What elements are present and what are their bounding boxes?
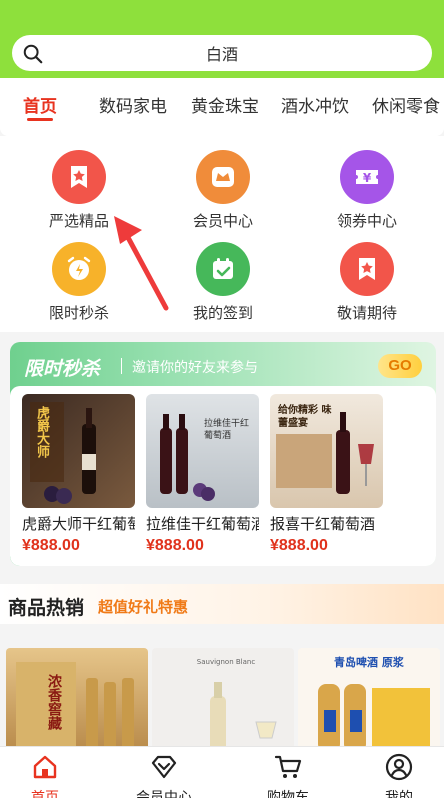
product-price: ¥888.00: [270, 537, 328, 554]
nav-member[interactable]: 会员中心: [119, 753, 209, 798]
nav-label: 首页: [31, 789, 59, 798]
product-card[interactable]: 拉维佳干红葡萄酒 拉维佳干红葡萄酒 ¥888.00: [146, 394, 259, 555]
product-image: 虎爵大师: [22, 394, 135, 508]
product-card[interactable]: 给你精彩 味蕾盛宴 报喜干红葡萄酒 ¥888.00: [270, 394, 383, 555]
category-tabs: 首页 数码家电 黄金珠宝 酒水冲饮 休闲零食: [0, 78, 444, 136]
yuan-coupon-icon: ¥: [340, 150, 394, 204]
search-icon: [23, 44, 43, 64]
home-icon: [33, 755, 57, 779]
grid-label: 敬请期待: [336, 305, 397, 322]
tab-home[interactable]: 首页: [23, 92, 57, 117]
goods-image-text: Sauvignon Blanc: [196, 658, 256, 666]
product-name: 报喜干红葡萄酒: [270, 516, 376, 533]
go-button[interactable]: GO: [378, 354, 422, 378]
nav-mine[interactable]: 我的: [354, 753, 444, 798]
tab-snacks[interactable]: 休闲零食: [372, 92, 440, 117]
hot-products-header: 商品热销 超值好礼特惠: [0, 584, 444, 624]
search-text: 白酒: [205, 47, 238, 64]
cart-icon: [274, 755, 302, 778]
nav-label: 会员中心: [136, 789, 192, 798]
bottom-nav: 首页 会员中心 购物车 我的: [0, 746, 444, 798]
svg-text:¥: ¥: [363, 171, 372, 185]
product-image-text: 拉维佳干红葡萄酒: [204, 419, 250, 441]
alarm-clock-icon: [52, 242, 106, 296]
goods-thumbnail[interactable]: Sauvignon Blanc: [152, 648, 294, 752]
grid-item-coupon-center[interactable]: ¥ 领券中心: [312, 150, 422, 231]
flash-sale-subtitle: 邀请你的好友来参与: [132, 359, 258, 375]
grid-item-coming-soon[interactable]: 敬请期待: [312, 242, 422, 323]
crown-icon: [196, 150, 250, 204]
product-image-text: 给你精彩 味蕾盛宴: [278, 405, 332, 429]
hot-products-title: 商品热销: [8, 598, 85, 619]
grid-label: 领券中心: [336, 213, 397, 230]
annotation-arrow-icon: [114, 216, 169, 311]
nav-label: 购物车: [267, 789, 309, 798]
grid-item-member-center[interactable]: 会员中心: [168, 150, 278, 231]
header-bar: 白酒: [0, 0, 444, 78]
product-name: 虎爵大师干红葡萄酒: [22, 516, 135, 533]
divider: [121, 358, 122, 374]
user-icon: [385, 753, 413, 781]
tab-drinks[interactable]: 酒水冲饮: [281, 92, 349, 117]
product-price: ¥888.00: [22, 537, 80, 554]
product-card[interactable]: 虎爵大师 虎爵大师干红葡萄酒 ¥888.00: [22, 394, 135, 555]
product-price: ¥888.00: [146, 537, 204, 554]
grid-label: 会员中心: [192, 213, 253, 230]
goods-thumbnail[interactable]: 浓香窖藏: [6, 648, 148, 752]
calendar-check-icon: [196, 242, 250, 296]
product-image: 给你精彩 味蕾盛宴: [270, 394, 383, 508]
goods-image-text: 青岛啤酒 原浆: [334, 656, 404, 669]
diamond-icon: [151, 755, 177, 779]
feature-grid: 严选精品 会员中心 ¥ 领券中心 限时秒杀 我的签到 敬请期待: [0, 136, 444, 332]
grid-label: 我的签到: [192, 305, 253, 322]
product-image-text: 虎爵大师: [34, 406, 49, 458]
star-ribbon-icon: [52, 150, 106, 204]
goods-image-text: 浓香窖藏: [46, 674, 62, 730]
grid-item-check-in[interactable]: 我的签到: [168, 242, 278, 323]
flash-sale-title: 限时秒杀: [24, 359, 101, 380]
nav-label: 我的: [385, 789, 413, 798]
product-image: 拉维佳干红葡萄酒: [146, 394, 259, 508]
hot-products-subtitle: 超值好礼特惠: [98, 599, 189, 616]
tab-digital[interactable]: 数码家电: [99, 92, 167, 117]
tab-jewelry[interactable]: 黄金珠宝: [191, 92, 259, 117]
nav-cart[interactable]: 购物车: [243, 753, 333, 798]
active-tab-indicator: [27, 118, 53, 121]
search-input[interactable]: 白酒: [12, 35, 432, 71]
product-name: 拉维佳干红葡萄酒: [146, 516, 259, 533]
goods-thumbnail[interactable]: 青岛啤酒 原浆: [298, 648, 440, 752]
flash-sale-section: 限时秒杀 邀请你的好友来参与 GO 虎爵大师 虎爵大师干红葡萄酒 ¥888.00…: [10, 342, 436, 566]
star-ribbon-icon: [340, 242, 394, 296]
nav-home[interactable]: 首页: [0, 753, 90, 798]
